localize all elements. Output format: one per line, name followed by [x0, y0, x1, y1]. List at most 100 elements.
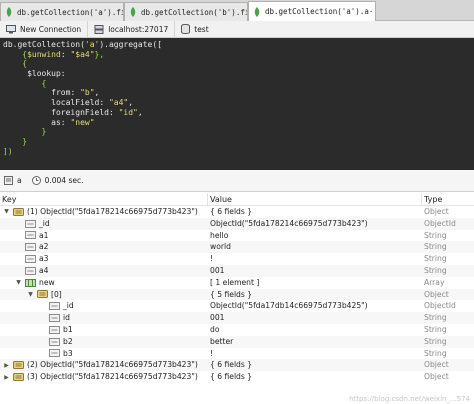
tab-query-a-aggregate[interactable]: db.getCollection('a').a··· × — [248, 1, 376, 21]
key-label: a1 — [39, 230, 49, 240]
key-label: _id — [63, 301, 74, 311]
connection-database[interactable]: test — [175, 21, 214, 38]
tab-label: db.getCollection('a').fi··· — [17, 7, 123, 17]
table-row[interactable]: id 001 String — [0, 312, 474, 324]
code-token: : — [60, 69, 66, 79]
collapse-arrow-icon[interactable]: ▶ — [3, 374, 10, 381]
key-label: new — [39, 277, 55, 287]
result-collection: a — [4, 176, 22, 185]
table-row[interactable]: ▶ (2) ObjectId("5fda178214c66975d773b423"… — [0, 359, 474, 372]
code-token: , — [94, 88, 100, 98]
column-header-type[interactable]: Type — [422, 193, 474, 206]
cell-value: 001 — [210, 313, 225, 323]
cell-type: String — [424, 348, 447, 358]
cell-value: better — [210, 336, 234, 346]
table-row[interactable]: b1 do String — [0, 324, 474, 336]
field-icon — [49, 314, 60, 323]
code-line: localField: "a4", — [3, 98, 474, 108]
key-content: a3 — [15, 253, 49, 265]
code-token: : — [60, 49, 71, 59]
table-row[interactable]: ▼ new [ 1 element ] Array — [0, 277, 474, 289]
table-row[interactable]: a2 world String — [0, 241, 474, 254]
cell-key: b3 — [0, 348, 208, 360]
code-token: "b" — [80, 88, 95, 98]
code-token: , — [137, 107, 143, 117]
key-label: (2) ObjectId("5fda178214c66975d773b423") — [27, 360, 198, 370]
field-icon — [49, 349, 60, 358]
column-header-value[interactable]: Value — [208, 193, 422, 206]
cell-type: ObjectId — [424, 301, 456, 311]
key-label: b3 — [63, 348, 73, 358]
table-row[interactable]: b2 better String — [0, 335, 474, 348]
cell-type: String — [424, 265, 447, 275]
code-token: "new" — [70, 117, 95, 127]
query-editor[interactable]: db.getCollection('a').aggregate([ {$unwi… — [0, 38, 474, 170]
code-token: "id" — [118, 107, 138, 117]
table-row[interactable]: ▼ (1) ObjectId("5fda178214c66975d773b423"… — [0, 206, 474, 218]
table-row[interactable]: _id ObjectId("5fda178214c66975d773b423") O… — [0, 217, 474, 230]
cell-value: ObjectId("5fda178214c66975d773b423") — [210, 218, 368, 228]
database-icon — [181, 24, 191, 34]
code-token: from — [3, 88, 71, 98]
table-row[interactable]: _id ObjectId("5fda17db14c66975d773b425") O… — [0, 300, 474, 312]
key-content: _id — [15, 218, 50, 230]
tab-query-a-find[interactable]: db.getCollection('a').fi··· × — [0, 2, 124, 21]
code-token: ).aggregate([ — [99, 40, 162, 49]
code-line: { — [3, 59, 474, 69]
connection-name[interactable]: New Connection — [0, 20, 89, 38]
code-token: { — [3, 59, 28, 69]
connection-bar: New Connection localhost:27017 test — [0, 20, 474, 38]
table-row[interactable]: ▼ [0] { 5 fields } Object — [0, 288, 474, 301]
field-icon — [25, 219, 36, 228]
cell-value: ObjectId("5fda17db14c66975d773b425") — [210, 301, 368, 311]
cell-key: ▶ (3) ObjectId("5fda178214c66975d773b423"… — [0, 371, 208, 383]
cell-value: 001 — [210, 265, 225, 275]
mongodb-leaf-icon — [6, 7, 12, 17]
column-header-key[interactable]: Key — [0, 193, 208, 206]
cell-key: b1 — [0, 324, 208, 336]
code-token: $lookup — [3, 69, 61, 79]
key-label: b1 — [63, 324, 73, 334]
cell-value: ! — [210, 348, 214, 358]
cell-type: String — [424, 336, 447, 346]
tab-bar: db.getCollection('a').fi··· × db.getColl… — [0, 0, 474, 21]
cell-value: do — [210, 324, 220, 334]
cell-key: a4 — [0, 265, 208, 277]
table-row[interactable]: a1 hello String — [0, 230, 474, 242]
code-line: } — [3, 137, 474, 147]
code-token: } — [3, 136, 28, 146]
field-icon — [49, 325, 60, 334]
code-line: $lookup: — [3, 69, 474, 79]
expand-arrow-icon[interactable]: ▼ — [15, 279, 22, 286]
table-row[interactable]: a3! String — [0, 253, 474, 265]
key-label: a4 — [39, 265, 49, 275]
server-icon — [94, 24, 104, 34]
key-content: a4 — [15, 265, 49, 277]
cell-value: world — [210, 242, 231, 252]
mongodb-leaf-icon — [130, 7, 136, 17]
code-token: : — [108, 107, 119, 117]
code-token: "a4" — [108, 98, 129, 108]
connection-database-label: test — [194, 24, 209, 34]
table-row[interactable]: ▶ (3) ObjectId("5fda178214c66975d773b423"… — [0, 371, 474, 383]
cell-key: _id — [0, 218, 208, 230]
key-content: ▼ (1) ObjectId("5fda178214c66975d773b423"… — [3, 206, 198, 218]
table-row[interactable]: a4 001 String — [0, 264, 474, 277]
cell-value: { 6 fields } — [210, 207, 253, 216]
cell-key: _id — [0, 300, 208, 312]
code-token: "$a4" — [70, 49, 95, 59]
code-token: : — [60, 117, 71, 127]
table-row[interactable]: b3! String — [0, 348, 474, 360]
cell-key: ▶ (2) ObjectId("5fda178214c66975d773b423"… — [0, 359, 208, 371]
code-token: } — [3, 127, 47, 137]
code-token: as — [3, 117, 61, 127]
field-icon — [49, 302, 60, 311]
code-line: foreignField: "id", — [3, 108, 474, 118]
key-content: ▼ [0] — [27, 289, 62, 301]
expand-arrow-icon[interactable]: ▼ — [3, 208, 10, 215]
field-icon — [25, 255, 36, 264]
tab-query-b-find[interactable]: db.getCollection('b').fi··· × — [124, 2, 248, 21]
expand-arrow-icon[interactable]: ▼ — [27, 291, 34, 298]
connection-host[interactable]: localhost:27017 — [88, 20, 176, 38]
collapse-arrow-icon[interactable]: ▶ — [3, 362, 10, 369]
